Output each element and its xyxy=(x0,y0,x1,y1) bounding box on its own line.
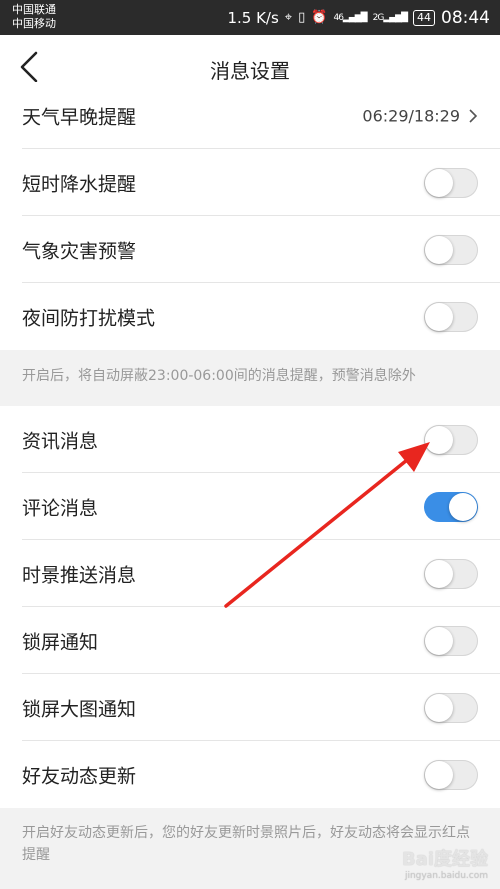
comment-message-toggle[interactable] xyxy=(424,491,478,522)
signal-1-icon: 46▂▄▆█ xyxy=(333,12,367,23)
toggle-knob xyxy=(425,693,453,722)
scene-push-toggle[interactable] xyxy=(424,558,478,589)
toggle-knob xyxy=(425,760,453,789)
weather-reminder-time: 06:29/18:29 xyxy=(362,106,460,125)
toggle-knob xyxy=(425,425,453,454)
toggle-knob xyxy=(449,492,477,521)
alarm-icon: ⏰ xyxy=(311,10,328,25)
scene-push-label: 时景推送消息 xyxy=(22,564,137,586)
signal-2-icon: 2G▂▄▆█ xyxy=(372,12,408,23)
clock: 08:44 xyxy=(441,7,490,28)
lockscreen-bigimage-toggle[interactable] xyxy=(424,692,478,723)
lockscreen-notify-toggle[interactable] xyxy=(424,625,478,656)
carrier-1: 中国联通 xyxy=(12,3,56,16)
lockscreen-bigimage-label: 锁屏大图通知 xyxy=(22,698,137,720)
watermark-url: jingyan.baidu.com xyxy=(404,871,488,881)
signal-2-label: 2G xyxy=(372,12,385,23)
network-speed: 1.5 K/s xyxy=(227,8,279,27)
watermark: Bai度经验 jingyan.baidu.com xyxy=(402,845,488,881)
news-message-row: 资讯消息 xyxy=(0,406,500,473)
friend-updates-row: 好友动态更新 xyxy=(0,741,500,808)
comment-message-label: 评论消息 xyxy=(22,497,99,519)
disaster-warning-label: 气象灾害预警 xyxy=(22,240,137,262)
location-icon: ⌖ xyxy=(284,10,293,25)
vibrate-icon: ▯ xyxy=(298,10,306,25)
news-message-toggle[interactable] xyxy=(424,424,478,455)
comment-message-row: 评论消息 xyxy=(0,473,500,540)
carrier-2: 中国移动 xyxy=(12,17,56,30)
page-title: 消息设置 xyxy=(210,59,290,83)
night-dnd-row: 夜间防打扰模式 xyxy=(0,283,500,350)
news-message-label: 资讯消息 xyxy=(22,430,99,452)
friend-updates-label: 好友动态更新 xyxy=(22,765,137,787)
disaster-warning-toggle[interactable] xyxy=(424,234,478,265)
status-bar: 中国联通 中国移动 1.5 K/s ⌖ ▯ ⏰ 46▂▄▆█ 2G▂▄▆█ 44… xyxy=(0,0,500,35)
night-dnd-label: 夜间防打扰模式 xyxy=(22,307,156,329)
status-right: 1.5 K/s ⌖ ▯ ⏰ 46▂▄▆█ 2G▂▄▆█ 44 08:44 xyxy=(227,0,490,35)
short-rain-label: 短时降水提醒 xyxy=(22,173,137,195)
battery-icon: 44 xyxy=(413,9,435,26)
signal-1-label: 46 xyxy=(333,12,344,23)
dnd-note: 开启后，将自动屏蔽23:00-06:00间的消息提醒，预警消息除外 xyxy=(22,368,416,384)
disaster-warning-row: 气象灾害预警 xyxy=(0,216,500,283)
weather-reminder-label: 天气早晚提醒 xyxy=(22,106,137,128)
scene-push-row: 时景推送消息 xyxy=(0,540,500,607)
toggle-knob xyxy=(425,168,453,197)
night-dnd-toggle[interactable] xyxy=(424,301,478,332)
toggle-knob xyxy=(425,559,453,588)
weather-reminder-row[interactable]: 天气早晚提醒 06:29/18:29 xyxy=(0,82,500,149)
lockscreen-bigimage-row: 锁屏大图通知 xyxy=(0,674,500,741)
short-rain-toggle[interactable] xyxy=(424,167,478,198)
watermark-brand: Bai度经验 xyxy=(401,849,488,870)
toggle-knob xyxy=(425,626,453,655)
friend-updates-toggle[interactable] xyxy=(424,759,478,790)
lockscreen-notify-row: 锁屏通知 xyxy=(0,607,500,674)
toggle-knob xyxy=(425,302,453,331)
toggle-knob xyxy=(425,235,453,264)
lockscreen-notify-label: 锁屏通知 xyxy=(22,631,99,653)
short-rain-row: 短时降水提醒 xyxy=(0,149,500,216)
carrier-info: 中国联通 中国移动 xyxy=(12,3,56,31)
chevron-right-icon xyxy=(469,108,478,123)
